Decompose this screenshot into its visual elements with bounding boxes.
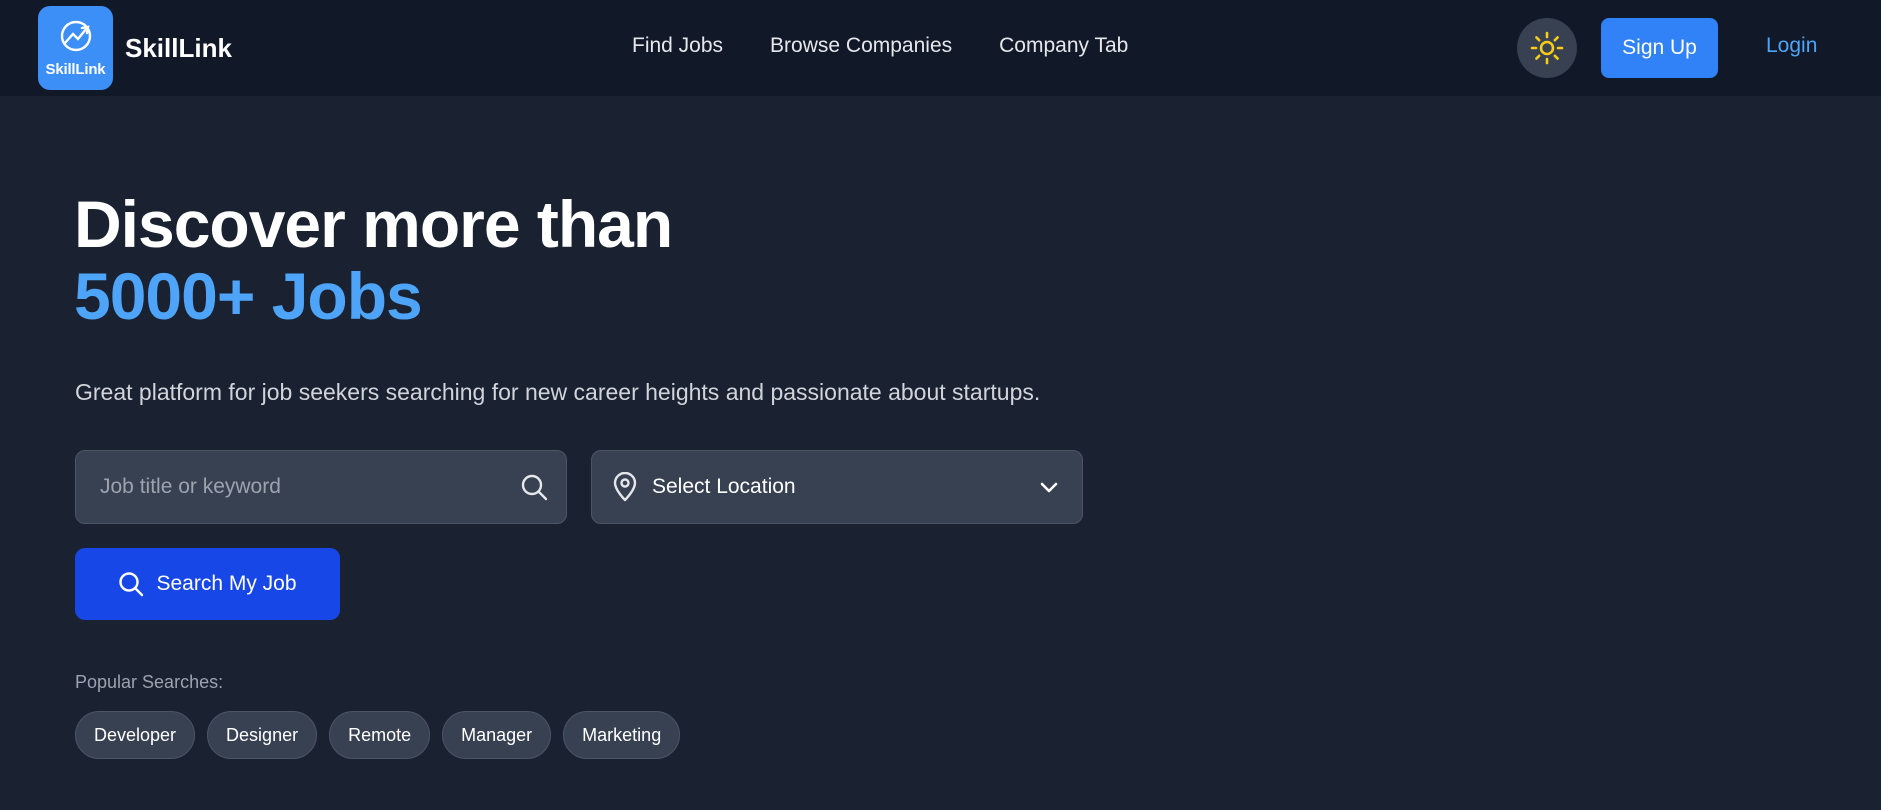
logo-text: SkillLink <box>45 60 106 78</box>
keyword-input[interactable] <box>100 475 520 499</box>
tag-manager[interactable]: Manager <box>442 711 552 759</box>
tag-remote[interactable]: Remote <box>329 711 431 759</box>
nav-link-company-tab[interactable]: Company Tab <box>999 34 1128 58</box>
navbar: SkillLink SkillLink Find Jobs Browse Com… <box>0 0 1881 96</box>
location-pin-icon <box>613 472 637 502</box>
location-select-label: Select Location <box>652 475 796 498</box>
search-button-label: Search My Job <box>156 572 297 595</box>
tag-marketing[interactable]: Marketing <box>563 711 681 759</box>
sign-up-button[interactable]: Sign Up <box>1601 18 1718 78</box>
hero-title: Discover more than <box>74 187 673 261</box>
location-select[interactable]: Select Location <box>591 450 1083 524</box>
brand-name[interactable]: SkillLink <box>125 33 232 64</box>
nav-link-browse-companies[interactable]: Browse Companies <box>770 34 952 58</box>
theme-toggle-button[interactable] <box>1517 18 1577 78</box>
search-my-job-button[interactable]: Search My Job <box>75 548 340 620</box>
popular-searches-label: Popular Searches: <box>75 672 224 692</box>
brand[interactable]: SkillLink SkillLink <box>38 6 232 90</box>
sun-icon <box>1530 31 1564 65</box>
nav-links: Find Jobs Browse Companies Company Tab <box>632 34 1175 58</box>
hero-highlight: 5000+ Jobs <box>74 259 423 333</box>
hero-subtitle: Great platform for job seekers searching… <box>75 379 1041 405</box>
login-link[interactable]: Login <box>1766 34 1817 58</box>
logo[interactable]: SkillLink <box>38 6 113 90</box>
tag-designer[interactable]: Designer <box>207 711 318 759</box>
nav-link-find-jobs[interactable]: Find Jobs <box>632 34 723 58</box>
keyword-search-field[interactable] <box>75 450 567 524</box>
chevron-down-icon <box>1040 482 1058 493</box>
tag-developer[interactable]: Developer <box>75 711 196 759</box>
popular-tags: Developer Designer Remote Manager Market… <box>75 711 692 759</box>
search-icon <box>119 572 144 597</box>
search-icon[interactable] <box>520 473 548 501</box>
logo-icon <box>60 20 91 51</box>
